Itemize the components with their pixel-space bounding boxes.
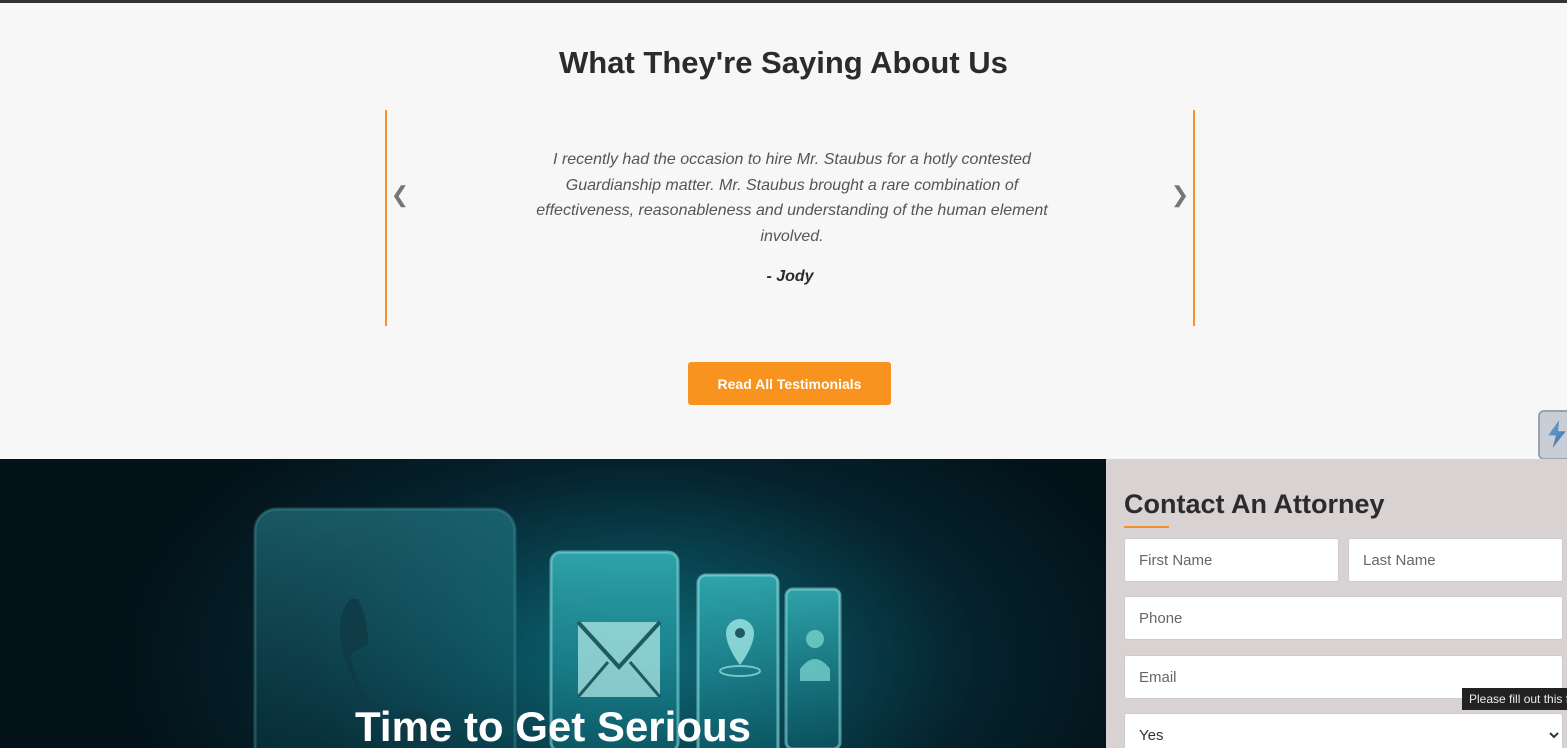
- testimonial-quote: I recently had the occasion to hire Mr. …: [536, 151, 1048, 245]
- phone-input[interactable]: [1124, 596, 1563, 640]
- hero-heading: Time to Get Serious: [355, 703, 751, 748]
- validation-tooltip: Please fill out this field.: [1462, 688, 1567, 710]
- read-all-testimonials-button[interactable]: Read All Testimonials: [688, 362, 891, 405]
- hero-banner: Time to Get Serious: [0, 459, 1106, 748]
- first-name-input[interactable]: [1124, 538, 1339, 582]
- previous-arrow-icon[interactable]: ❮: [390, 180, 410, 210]
- testimonials-heading: What They're Saying About Us: [559, 45, 1008, 80]
- contact-heading: Contact An Attorney: [1124, 489, 1385, 519]
- heading-underline: [1124, 526, 1169, 528]
- yes-no-select[interactable]: Yes: [1124, 713, 1563, 748]
- testimonial-slider: ❮ I recently had the occasion to hire Mr…: [385, 110, 1195, 326]
- testimonial-author: - Jody: [766, 268, 814, 285]
- last-name-input[interactable]: [1348, 538, 1563, 582]
- accessibility-widget-button[interactable]: [1538, 410, 1567, 460]
- lightning-icon: [1548, 420, 1566, 448]
- next-arrow-icon[interactable]: ❯: [1170, 180, 1190, 210]
- testimonials-section: What They're Saying About Us ❮ I recentl…: [0, 3, 1567, 459]
